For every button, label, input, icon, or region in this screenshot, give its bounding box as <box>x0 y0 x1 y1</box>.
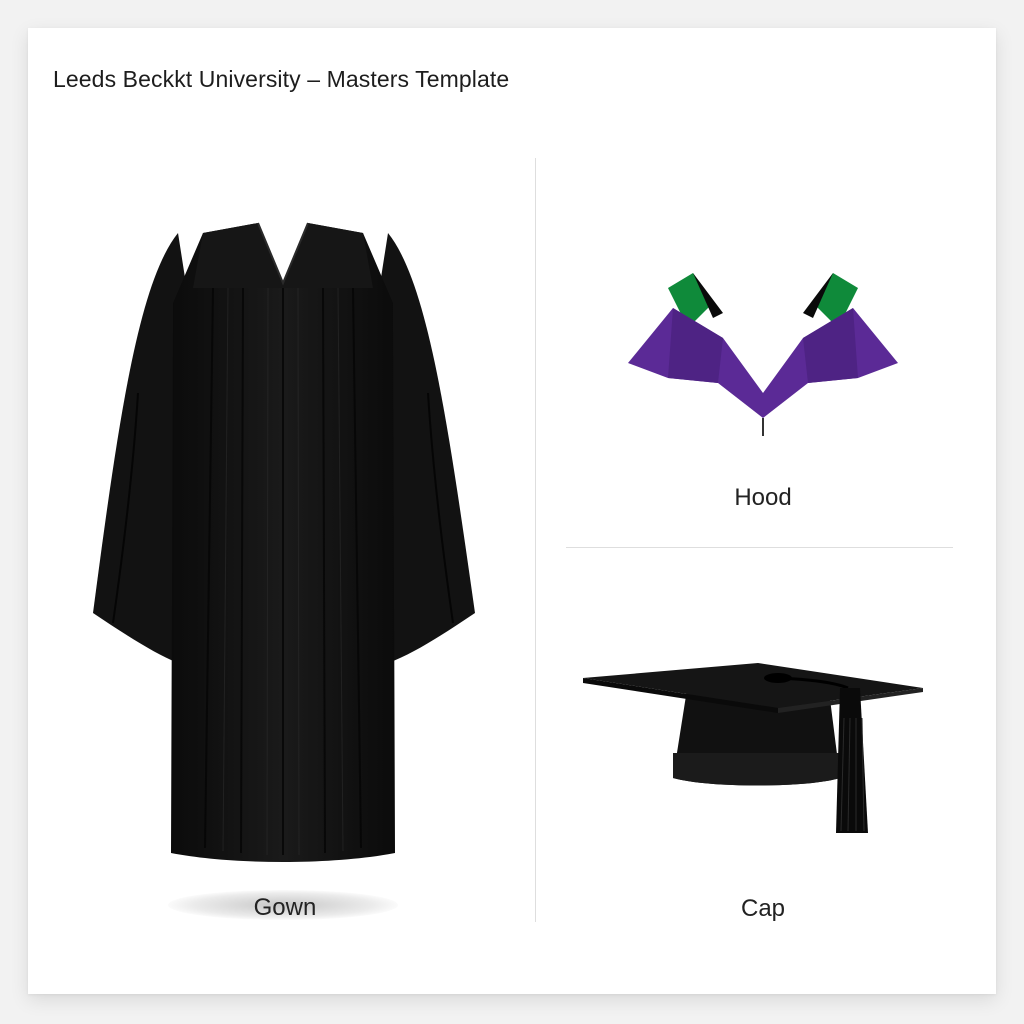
vertical-divider <box>535 158 536 922</box>
hood-image <box>628 273 898 436</box>
page-title: Leeds Beckkt University – Masters Templa… <box>53 66 510 92</box>
gown-image <box>93 222 475 862</box>
cap-label: Cap <box>740 895 786 922</box>
gown-label: Gown <box>253 894 317 921</box>
hood-label: Hood <box>734 484 792 511</box>
cap-image <box>583 663 923 833</box>
template-card: Leeds Beckkt University – Masters Templa… <box>28 28 996 994</box>
horizontal-divider <box>566 547 953 548</box>
